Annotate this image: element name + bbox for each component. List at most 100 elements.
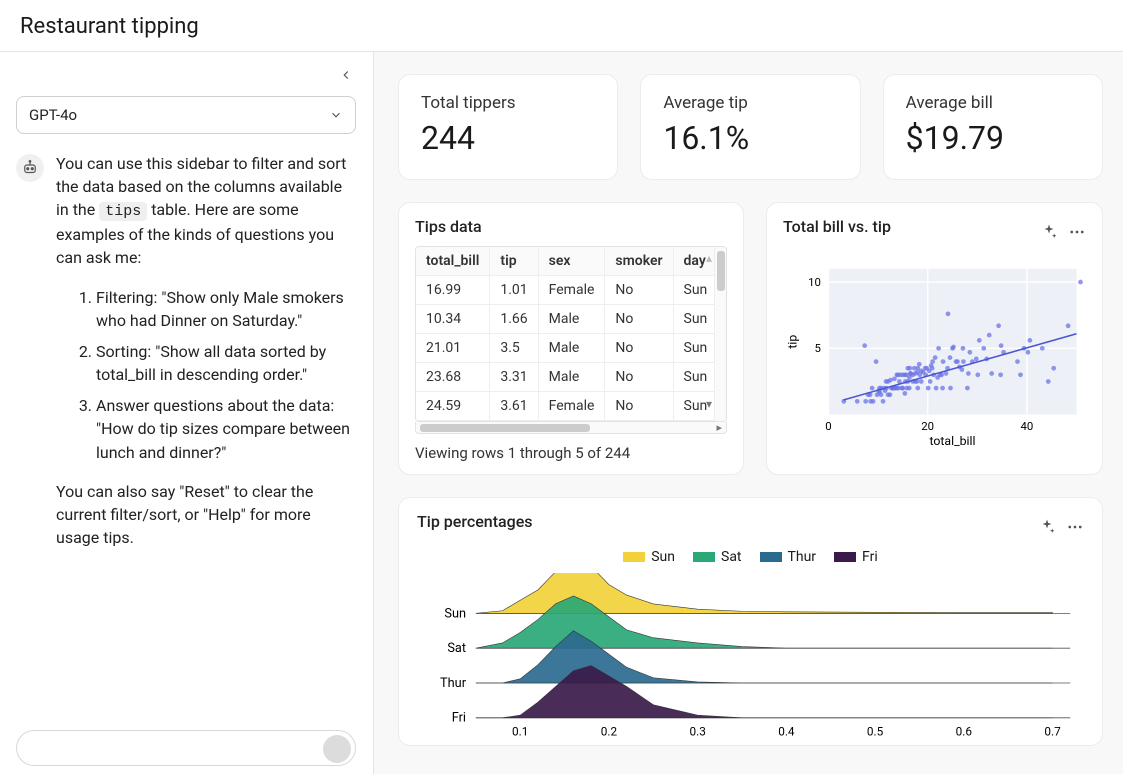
main-content: Total tippers 244 Average tip 16.1% Aver… bbox=[374, 52, 1123, 774]
svg-text:10: 10 bbox=[808, 275, 821, 289]
table-cell: 3.61 bbox=[490, 392, 538, 421]
ridgeline-legend: Sun Sat Thur Fri bbox=[417, 549, 1084, 565]
scroll-up-icon[interactable]: ▴ bbox=[706, 251, 712, 265]
table-cell: Sun bbox=[673, 305, 718, 334]
chat-example-item: Filtering: "Show only Male smokers who h… bbox=[96, 286, 357, 332]
svg-text:Sat: Sat bbox=[447, 641, 466, 656]
chat-examples-list: Filtering: "Show only Male smokers who h… bbox=[56, 286, 357, 464]
svg-text:total_bill: total_bill bbox=[929, 435, 975, 449]
metric-value: 16.1% bbox=[663, 119, 837, 157]
table-row[interactable]: 16.991.01FemaleNoSunDi bbox=[416, 276, 727, 305]
table-cell: Sun bbox=[673, 363, 718, 392]
scatter-plot[interactable]: 0 20 40 5 10 total_bill tip bbox=[783, 254, 1086, 454]
model-select-label: GPT-4o bbox=[29, 106, 77, 124]
table-cell: Sun bbox=[673, 276, 718, 305]
table-row[interactable]: 24.593.61FemaleNoSunDi bbox=[416, 392, 727, 421]
vertical-scrollbar[interactable] bbox=[714, 247, 726, 421]
chat-input[interactable] bbox=[16, 730, 356, 766]
table-cell: 10.34 bbox=[416, 305, 490, 334]
table-cell: Male bbox=[538, 334, 605, 363]
card-title: Total bill vs. tip bbox=[783, 217, 891, 236]
table-cell: 24.59 bbox=[416, 392, 490, 421]
horizontal-scrollbar[interactable]: ◂ ▸ bbox=[415, 422, 727, 434]
model-select[interactable]: GPT-4o bbox=[16, 96, 356, 134]
table-cell: Female bbox=[538, 276, 605, 305]
sparkles-icon[interactable] bbox=[1040, 223, 1058, 241]
table-cell: 16.99 bbox=[416, 276, 490, 305]
svg-text:0.5: 0.5 bbox=[867, 724, 884, 738]
table-cell: Sun bbox=[673, 334, 718, 363]
ridgeline-card: Tip percentages Sun Sat Thur Fri Sun Sat Thur… bbox=[398, 497, 1103, 746]
legend-item[interactable]: Sat bbox=[693, 549, 742, 565]
more-menu-icon[interactable] bbox=[1066, 518, 1084, 536]
metric-value: 244 bbox=[421, 119, 595, 157]
chat-example-item: Sorting: "Show all data sorted by total_… bbox=[96, 340, 357, 386]
table-cell: 3.31 bbox=[490, 363, 538, 392]
bot-avatar bbox=[16, 154, 44, 182]
table-cell: Male bbox=[538, 305, 605, 334]
chat-intro-text: You can use this sidebar to filter and s… bbox=[56, 152, 357, 270]
legend-item[interactable]: Fri bbox=[834, 549, 878, 565]
table-header[interactable]: smoker bbox=[605, 247, 673, 276]
table-cell: 23.68 bbox=[416, 363, 490, 392]
svg-text:Fri: Fri bbox=[452, 711, 466, 726]
table-cell: No bbox=[605, 305, 673, 334]
scatter-card: Total bill vs. tip 0 20 40 5 10 total_bill tip bbox=[766, 202, 1103, 475]
robot-icon bbox=[21, 159, 39, 177]
table-row[interactable]: 23.683.31MaleNoSunDi bbox=[416, 363, 727, 392]
tips-table[interactable]: total_billtipsexsmokerdaytim16.991.01Fem… bbox=[415, 246, 727, 422]
chevron-down-icon bbox=[329, 108, 343, 122]
table-row[interactable]: 10.341.66MaleNoSunDi bbox=[416, 305, 727, 334]
chat-footer-text: You can also say "Reset" to clear the cu… bbox=[56, 480, 357, 550]
table-header[interactable]: sex bbox=[538, 247, 605, 276]
svg-text:0: 0 bbox=[825, 419, 831, 433]
table-cell: No bbox=[605, 334, 673, 363]
sidebar: GPT-4o You can use this sidebar to filte… bbox=[0, 52, 374, 774]
legend-item[interactable]: Thur bbox=[760, 549, 817, 565]
svg-text:tip: tip bbox=[786, 335, 800, 349]
svg-text:40: 40 bbox=[1021, 419, 1034, 433]
metric-label: Average tip bbox=[663, 93, 837, 113]
table-cell: 1.01 bbox=[490, 276, 538, 305]
svg-text:5: 5 bbox=[814, 341, 820, 355]
metric-avg-tip: Average tip 16.1% bbox=[640, 74, 860, 180]
svg-text:20: 20 bbox=[921, 419, 934, 433]
ridgeline-plot[interactable]: Sun Sat Thur Fri 0.1 0.2 0.3 0.4 0.5 0.6 0.7 bbox=[417, 573, 1084, 741]
send-button[interactable] bbox=[323, 735, 351, 763]
svg-text:0.7: 0.7 bbox=[1044, 724, 1061, 738]
metric-label: Average bill bbox=[906, 93, 1080, 113]
svg-text:Thur: Thur bbox=[440, 676, 467, 691]
svg-text:0.6: 0.6 bbox=[956, 724, 973, 738]
table-header[interactable]: total_bill bbox=[416, 247, 490, 276]
metric-avg-bill: Average bill $19.79 bbox=[883, 74, 1103, 180]
metric-value: $19.79 bbox=[906, 119, 1080, 157]
chat-example-item: Answer questions about the data: "How do… bbox=[96, 394, 357, 464]
card-title: Tips data bbox=[415, 217, 727, 236]
table-cell: 1.66 bbox=[490, 305, 538, 334]
table-cell: No bbox=[605, 363, 673, 392]
page-title: Restaurant tipping bbox=[0, 0, 1123, 51]
collapse-sidebar-button[interactable] bbox=[335, 64, 357, 86]
row-status: Viewing rows 1 through 5 of 244 bbox=[415, 444, 727, 462]
table-cell: 3.5 bbox=[490, 334, 538, 363]
metric-total-tippers: Total tippers 244 bbox=[398, 74, 618, 180]
table-cell: Female bbox=[538, 392, 605, 421]
sparkles-icon[interactable] bbox=[1038, 518, 1056, 536]
legend-item[interactable]: Sun bbox=[623, 549, 675, 565]
table-cell: Male bbox=[538, 363, 605, 392]
table-header[interactable]: tip bbox=[490, 247, 538, 276]
svg-text:0.2: 0.2 bbox=[601, 724, 618, 738]
svg-text:0.3: 0.3 bbox=[689, 724, 705, 738]
table-cell: No bbox=[605, 392, 673, 421]
svg-text:0.4: 0.4 bbox=[778, 724, 795, 738]
svg-text:Sun: Sun bbox=[444, 606, 466, 621]
table-row[interactable]: 21.013.5MaleNoSunDi bbox=[416, 334, 727, 363]
table-cell: 21.01 bbox=[416, 334, 490, 363]
svg-text:0.1: 0.1 bbox=[512, 724, 528, 738]
scroll-down-icon[interactable]: ▾ bbox=[706, 397, 712, 411]
table-cell: No bbox=[605, 276, 673, 305]
scroll-right-icon[interactable]: ▸ bbox=[716, 421, 722, 434]
tips-data-card: Tips data total_billtipsexsmokerdaytim16… bbox=[398, 202, 744, 475]
card-title: Tip percentages bbox=[417, 512, 533, 531]
more-menu-icon[interactable] bbox=[1068, 223, 1086, 241]
